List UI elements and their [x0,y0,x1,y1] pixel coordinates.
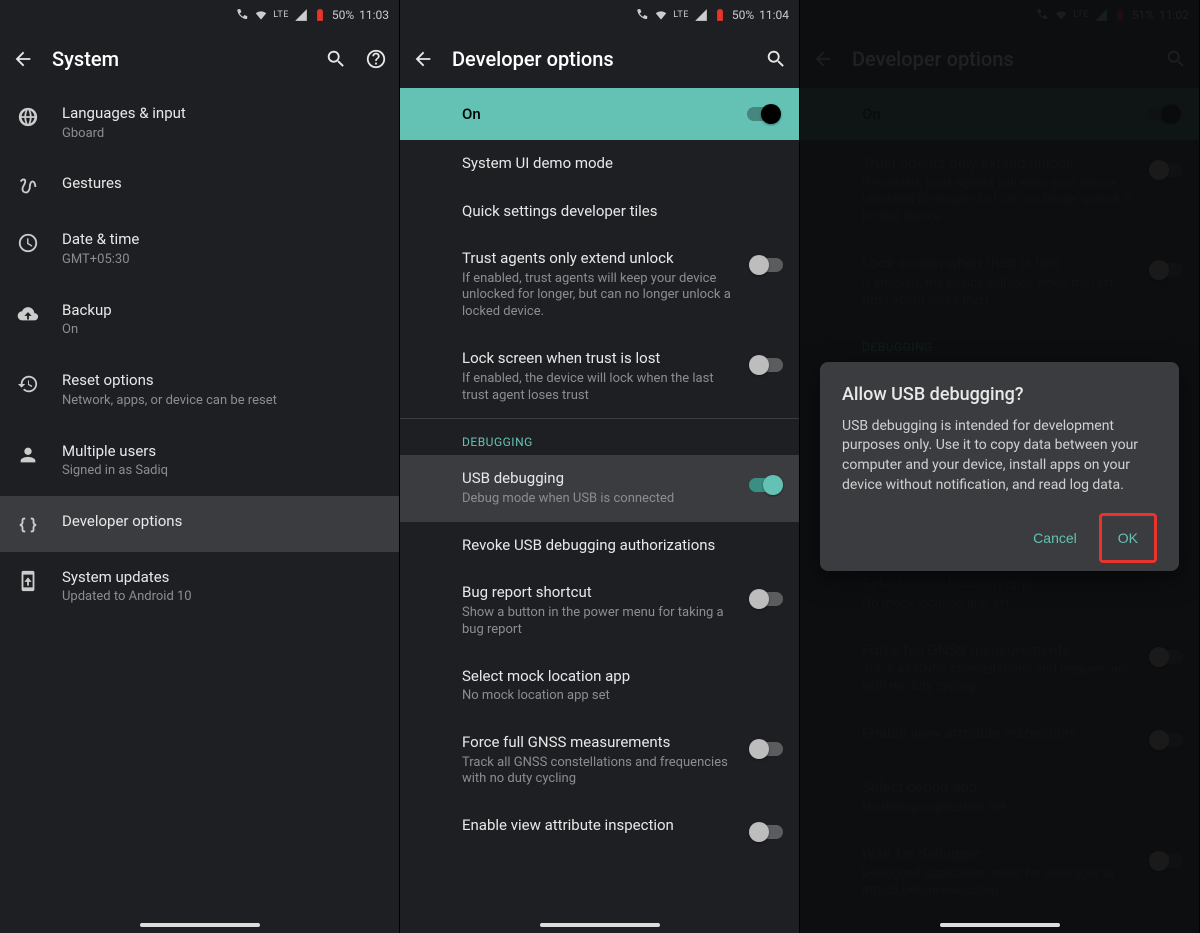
signal-icon [294,8,308,22]
clock-icon [16,230,40,254]
page-title: System [52,47,119,71]
back-icon[interactable] [12,48,34,70]
row-gnss[interactable]: Force full GNSS measurementsTrack all GN… [400,719,799,802]
row-backup[interactable]: BackupOn [0,285,399,355]
dialog-body: USB debugging is intended for developmen… [842,417,1157,495]
cloud-upload-icon [16,301,40,325]
battery-icon [713,8,727,22]
row-date-time[interactable]: Date & timeGMT+05:30 [0,214,399,284]
phone-icon [635,8,649,22]
help-icon[interactable] [365,48,387,70]
wifi-icon [254,8,268,22]
master-toggle-label: On [462,105,481,123]
row-reset[interactable]: Reset optionsNetwork, apps, or device ca… [0,355,399,425]
phone-icon [235,8,249,22]
row-system-ui-demo[interactable]: System UI demo mode [400,140,799,188]
nav-handle[interactable] [940,923,1060,927]
screen-usb-dialog: LTE 51% 11:02 Developer options On Trust… [800,0,1200,933]
lte-label: LTE [273,10,289,20]
row-gestures[interactable]: Gestures [0,158,399,214]
clock: 11:03 [359,8,389,22]
screen-system: LTE 50% 11:03 System Languages & inputGb… [0,0,400,933]
restore-icon [16,371,40,395]
view-attr-switch[interactable] [749,822,783,842]
row-trust-agents[interactable]: Trust agents only extend unlockIf enable… [400,235,799,335]
nav-handle[interactable] [140,923,260,927]
trust-agents-switch[interactable] [749,255,783,275]
row-languages[interactable]: Languages & inputGboard [0,88,399,158]
ok-button[interactable]: OK [1104,520,1152,556]
status-bar: LTE 50% 11:03 [0,0,399,30]
usb-debugging-switch[interactable] [749,475,783,495]
dialog-overlay: Allow USB debugging? USB debugging is in… [800,0,1199,933]
person-icon [16,442,40,466]
master-toggle-banner[interactable]: On [400,88,799,140]
page-title: Developer options [452,47,614,71]
battery-icon [313,8,327,22]
gnss-switch[interactable] [749,739,783,759]
row-system-updates[interactable]: System updatesUpdated to Android 10 [0,552,399,622]
row-usb-debugging[interactable]: USB debuggingDebug mode when USB is conn… [400,455,799,521]
gesture-icon [16,174,40,198]
title-bar: System [0,30,399,88]
search-icon[interactable] [765,48,787,70]
row-view-attr[interactable]: Enable view attribute inspection [400,802,799,856]
globe-icon [16,104,40,128]
system-update-icon [16,568,40,592]
lock-screen-switch[interactable] [749,355,783,375]
row-quick-settings-tiles[interactable]: Quick settings developer tiles [400,188,799,236]
screen-developer-options: LTE 50% 11:04 Developer options On Syste… [400,0,800,933]
row-developer-options[interactable]: Developer options [0,496,399,552]
dialog-title: Allow USB debugging? [842,384,1157,405]
search-icon[interactable] [325,48,347,70]
row-lock-screen-trust[interactable]: Lock screen when trust is lostIf enabled… [400,335,799,418]
usb-debugging-dialog: Allow USB debugging? USB debugging is in… [820,362,1179,571]
battery-percent: 50% [332,8,354,22]
title-bar: Developer options [400,30,799,88]
bug-report-switch[interactable] [749,589,783,609]
status-bar: LTE 50% 11:04 [400,0,799,30]
battery-percent: 50% [732,8,754,22]
clock: 11:04 [759,8,789,22]
row-bug-report[interactable]: Bug report shortcutShow a button in the … [400,569,799,652]
wifi-icon [654,8,668,22]
ok-highlight-box: OK [1099,513,1157,563]
back-icon[interactable] [412,48,434,70]
row-multiple-users[interactable]: Multiple usersSigned in as Sadiq [0,426,399,496]
signal-icon [694,8,708,22]
row-revoke-usb[interactable]: Revoke USB debugging authorizations [400,522,799,570]
section-debugging: DEBUGGING [400,419,799,455]
braces-icon [16,512,40,536]
master-toggle-switch[interactable] [747,104,781,124]
nav-handle[interactable] [540,923,660,927]
cancel-button[interactable]: Cancel [1019,513,1091,563]
lte-label: LTE [673,10,689,20]
row-mock-location[interactable]: Select mock location appNo mock location… [400,653,799,719]
